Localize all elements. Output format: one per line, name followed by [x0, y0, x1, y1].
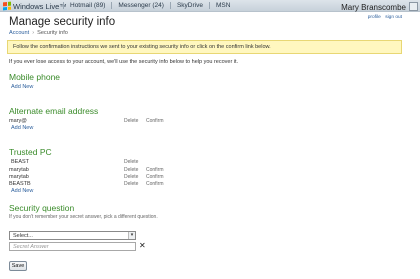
- trusted-pc-confirm-link[interactable]: Confirm: [146, 174, 164, 180]
- chevron-down-icon[interactable]: ▾: [128, 232, 135, 239]
- alternate-email-title: Alternate email address: [9, 106, 99, 116]
- email-delete-link[interactable]: Delete: [124, 118, 138, 124]
- mobile-add-new-link[interactable]: Add New: [11, 84, 33, 90]
- page-title: Manage security info: [9, 16, 116, 28]
- trusted-pc-delete-link[interactable]: Delete: [124, 167, 138, 173]
- profile-link[interactable]: profile: [368, 15, 381, 20]
- security-question-hint: If you don't remember your secret answer…: [9, 214, 158, 220]
- trusted-pc-delete-link[interactable]: Delete: [124, 159, 138, 165]
- windows-live-logo[interactable]: Windows Live™: [3, 1, 67, 11]
- trusted-pc-item: marytab: [9, 167, 29, 173]
- secret-answer-input[interactable]: Secret Answer: [9, 242, 136, 251]
- trusted-pc-add-new-link[interactable]: Add New: [11, 188, 33, 194]
- nav-messenger[interactable]: Messenger (24): [111, 2, 170, 9]
- trusted-pc-delete-link[interactable]: Delete: [124, 181, 138, 187]
- trusted-pc-confirm-link[interactable]: Confirm: [146, 167, 164, 173]
- avatar[interactable]: [409, 2, 418, 11]
- breadcrumb-separator-icon: ›: [32, 30, 35, 36]
- breadcrumb-current: Security info: [37, 30, 68, 36]
- email-item-value: mary@: [9, 118, 27, 124]
- windows-flag-icon: [3, 1, 11, 11]
- trusted-pc-item: BEAST: [11, 159, 30, 165]
- notice-banner: Follow the confirmation instructions we …: [7, 40, 402, 54]
- email-confirm-link[interactable]: Confirm: [146, 118, 164, 124]
- breadcrumb: Account › Security info: [9, 30, 68, 36]
- select-value: Select...: [13, 233, 33, 239]
- clear-icon[interactable]: ✕: [139, 241, 146, 250]
- user-name[interactable]: Mary Branscombe: [341, 3, 406, 12]
- trusted-pc-title: Trusted PC: [9, 147, 52, 157]
- sign-out-link[interactable]: sign out: [385, 15, 402, 20]
- nav-hotmail[interactable]: Hotmail (89): [63, 2, 111, 9]
- security-question-select[interactable]: Select... ▾: [9, 231, 136, 240]
- security-question-title: Security question: [9, 203, 75, 213]
- save-button[interactable]: Save: [9, 261, 27, 271]
- nav-msn[interactable]: MSN: [208, 2, 236, 9]
- breadcrumb-account[interactable]: Account: [9, 30, 29, 36]
- nav-skydrive[interactable]: SkyDrive: [169, 2, 209, 9]
- mobile-phone-title: Mobile phone: [9, 72, 61, 82]
- trusted-pc-confirm-link[interactable]: Confirm: [146, 181, 164, 187]
- brand-label: Windows Live™: [13, 1, 67, 11]
- top-nav: Hotmail (89) Messenger (24) SkyDrive MSN: [63, 2, 236, 9]
- trusted-pc-item: BEASTB: [9, 181, 31, 187]
- trusted-pc-delete-link[interactable]: Delete: [124, 174, 138, 180]
- user-links: profile sign out: [365, 15, 402, 20]
- intro-text: If you ever lose access to your account,…: [9, 59, 239, 65]
- email-add-new-link[interactable]: Add New: [11, 125, 33, 131]
- trusted-pc-item: marytab: [9, 174, 29, 180]
